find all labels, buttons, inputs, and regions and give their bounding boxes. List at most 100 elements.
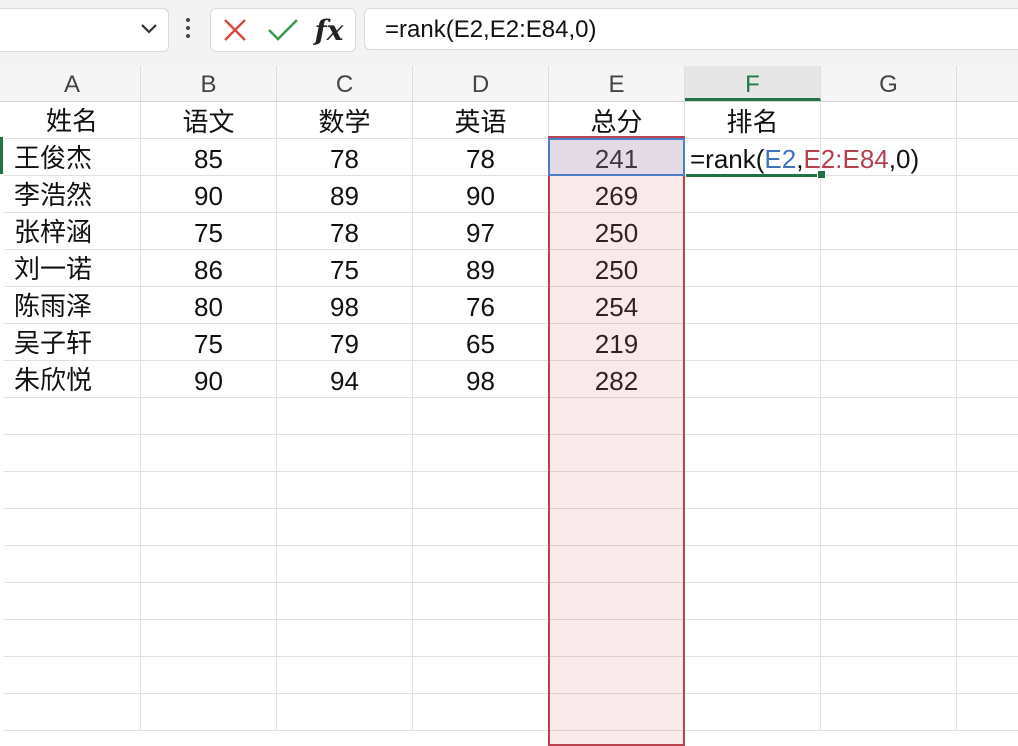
cell[interactable] bbox=[685, 361, 821, 398]
score-cell[interactable]: 76 bbox=[413, 287, 549, 324]
column-header-h[interactable] bbox=[957, 66, 1018, 101]
cell[interactable] bbox=[4, 620, 141, 657]
cell[interactable] bbox=[685, 398, 821, 435]
cell[interactable] bbox=[957, 250, 1018, 287]
cell[interactable] bbox=[957, 324, 1018, 361]
cell[interactable] bbox=[821, 694, 957, 731]
score-cell[interactable]: 78 bbox=[277, 139, 413, 176]
cell[interactable] bbox=[141, 435, 277, 472]
cell[interactable] bbox=[685, 176, 821, 213]
cell[interactable] bbox=[549, 657, 685, 694]
cell[interactable] bbox=[957, 472, 1018, 509]
cell[interactable] bbox=[821, 213, 957, 250]
cell[interactable] bbox=[549, 398, 685, 435]
cell[interactable] bbox=[957, 546, 1018, 583]
score-cell[interactable]: 75 bbox=[141, 324, 277, 361]
cell[interactable] bbox=[549, 583, 685, 620]
cell[interactable] bbox=[821, 398, 957, 435]
cell[interactable] bbox=[413, 472, 549, 509]
cell[interactable] bbox=[821, 620, 957, 657]
cell[interactable] bbox=[549, 546, 685, 583]
enter-button[interactable] bbox=[263, 9, 303, 51]
cell[interactable] bbox=[957, 694, 1018, 731]
cell[interactable] bbox=[685, 546, 821, 583]
score-cell[interactable]: 80 bbox=[141, 287, 277, 324]
cell[interactable] bbox=[413, 583, 549, 620]
score-cell[interactable]: 90 bbox=[141, 361, 277, 398]
cell[interactable] bbox=[277, 398, 413, 435]
score-cell[interactable]: 85 bbox=[141, 139, 277, 176]
score-cell[interactable]: 282 bbox=[549, 361, 685, 398]
score-cell[interactable]: 90 bbox=[141, 176, 277, 213]
cell[interactable] bbox=[413, 694, 549, 731]
cell[interactable] bbox=[277, 546, 413, 583]
cell[interactable] bbox=[685, 435, 821, 472]
cell[interactable] bbox=[957, 509, 1018, 546]
cell[interactable] bbox=[685, 324, 821, 361]
formula-input[interactable]: =rank(E2,E2:E84,0) bbox=[364, 8, 1018, 50]
cell-f2-editing-text[interactable]: =rank(E2,E2:E84,0) bbox=[690, 137, 919, 177]
cell[interactable] bbox=[413, 546, 549, 583]
cell[interactable] bbox=[277, 509, 413, 546]
score-cell[interactable]: 78 bbox=[413, 139, 549, 176]
score-cell[interactable]: 89 bbox=[413, 250, 549, 287]
cell[interactable] bbox=[549, 620, 685, 657]
column-header-b[interactable]: B bbox=[141, 66, 277, 101]
cell[interactable] bbox=[141, 694, 277, 731]
cell[interactable] bbox=[413, 435, 549, 472]
column-header-e[interactable]: E bbox=[549, 66, 685, 101]
score-cell[interactable]: 241 bbox=[549, 139, 685, 176]
cell[interactable] bbox=[4, 398, 141, 435]
column-header-g[interactable]: G bbox=[821, 66, 957, 101]
cell[interactable] bbox=[141, 398, 277, 435]
header-cell[interactable]: 姓名 bbox=[4, 102, 141, 139]
cell[interactable] bbox=[413, 620, 549, 657]
cell[interactable] bbox=[549, 435, 685, 472]
cell[interactable] bbox=[957, 435, 1018, 472]
score-cell[interactable]: 97 bbox=[413, 213, 549, 250]
score-cell[interactable]: 78 bbox=[277, 213, 413, 250]
cell[interactable] bbox=[957, 287, 1018, 324]
cell[interactable] bbox=[141, 546, 277, 583]
cell[interactable] bbox=[821, 102, 957, 139]
name-cell[interactable]: 张梓涵 bbox=[4, 213, 141, 250]
score-cell[interactable]: 79 bbox=[277, 324, 413, 361]
column-header-a[interactable]: A bbox=[4, 66, 141, 101]
score-cell[interactable]: 254 bbox=[549, 287, 685, 324]
cell[interactable] bbox=[821, 250, 957, 287]
cell[interactable] bbox=[957, 620, 1018, 657]
cell[interactable] bbox=[4, 546, 141, 583]
score-cell[interactable]: 219 bbox=[549, 324, 685, 361]
cell[interactable] bbox=[685, 657, 821, 694]
score-cell[interactable]: 250 bbox=[549, 213, 685, 250]
name-cell[interactable]: 陈雨泽 bbox=[4, 287, 141, 324]
cell[interactable] bbox=[685, 583, 821, 620]
column-header-c[interactable]: C bbox=[277, 66, 413, 101]
cell[interactable] bbox=[141, 620, 277, 657]
cell[interactable] bbox=[685, 620, 821, 657]
cell[interactable] bbox=[821, 472, 957, 509]
cell[interactable] bbox=[957, 139, 1018, 176]
cell[interactable] bbox=[277, 620, 413, 657]
column-header-d[interactable]: D bbox=[413, 66, 549, 101]
cell[interactable] bbox=[957, 176, 1018, 213]
cell[interactable] bbox=[4, 694, 141, 731]
score-cell[interactable]: 90 bbox=[413, 176, 549, 213]
header-cell[interactable]: 语文 bbox=[141, 102, 277, 139]
cell[interactable] bbox=[413, 509, 549, 546]
cell[interactable] bbox=[4, 583, 141, 620]
cell[interactable] bbox=[4, 435, 141, 472]
cell[interactable] bbox=[685, 250, 821, 287]
score-cell[interactable]: 65 bbox=[413, 324, 549, 361]
cell[interactable] bbox=[821, 583, 957, 620]
cell[interactable] bbox=[957, 583, 1018, 620]
cell[interactable] bbox=[685, 287, 821, 324]
name-box[interactable] bbox=[0, 8, 169, 52]
name-cell[interactable]: 刘一诺 bbox=[4, 250, 141, 287]
cell[interactable] bbox=[821, 324, 957, 361]
cell[interactable] bbox=[685, 694, 821, 731]
score-cell[interactable]: 89 bbox=[277, 176, 413, 213]
cell[interactable] bbox=[957, 213, 1018, 250]
score-cell[interactable]: 98 bbox=[277, 287, 413, 324]
chevron-down-icon[interactable] bbox=[140, 22, 158, 36]
